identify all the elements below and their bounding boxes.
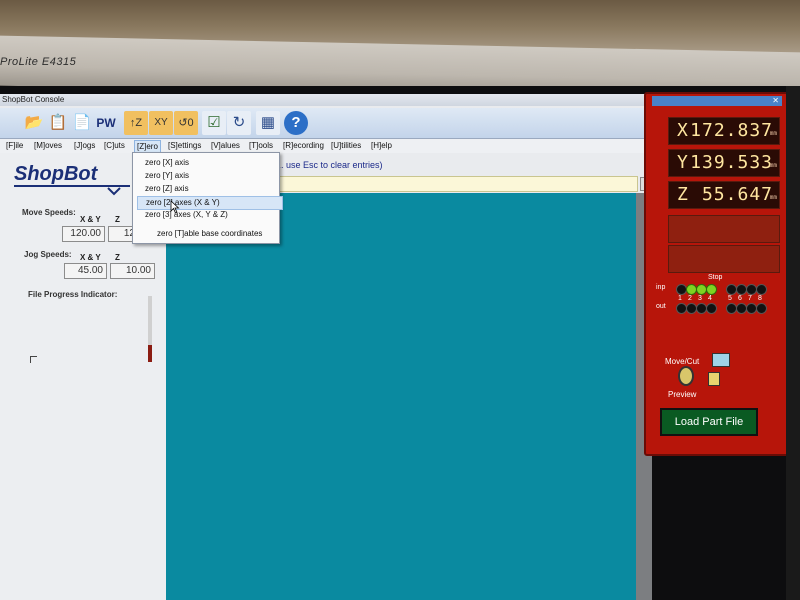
open-folder-icon[interactable]: 📂 xyxy=(22,111,46,135)
io-number-3: 3 xyxy=(698,295,702,302)
jog-xy-header: X & Y xyxy=(80,253,101,262)
menu-jogs[interactable]: [J]ogs xyxy=(74,140,95,152)
z-unit: mm xyxy=(769,194,777,201)
io-number-5: 5 xyxy=(728,295,732,302)
help-icon[interactable]: ? xyxy=(284,111,308,135)
zero-2-axes-item[interactable]: zero [2] axes (X & Y) xyxy=(137,196,283,210)
dro-titlebar: ✕ xyxy=(652,96,782,106)
command-hint: ... use Esc to clear entries) xyxy=(276,160,383,170)
outputs-label: out xyxy=(656,303,666,310)
jog-z-speed-field[interactable]: 10.00 xyxy=(110,263,155,279)
menu-recording[interactable]: [R]ecording xyxy=(283,140,324,152)
y-unit: mm xyxy=(769,162,777,169)
move-cut-icon[interactable] xyxy=(712,353,730,367)
zero-z-axis-item[interactable]: zero [Z] axis xyxy=(137,183,281,195)
menu-cuts[interactable]: [C]uts xyxy=(104,140,125,152)
jog-z-header: Z xyxy=(115,253,120,262)
move-xy-header: X & Y xyxy=(80,215,101,224)
toolbar: 📂 📋 📄 PW ↑Z XY ↺0 ☑ ↻ ▦ ? xyxy=(0,108,652,139)
y-position-readout: Y 139.533 mm xyxy=(668,149,780,177)
checklist-icon[interactable]: ☑ xyxy=(202,111,226,135)
x-axis-label: X xyxy=(677,120,688,141)
work-area xyxy=(166,193,636,600)
zero-origin-icon[interactable]: ↺0 xyxy=(174,111,198,135)
menu-values[interactable]: [V]alues xyxy=(211,140,240,152)
jog-speeds-label: Jog Speeds: xyxy=(24,250,72,259)
shopbot-logo: ShopBot xyxy=(12,158,134,196)
preview-icon[interactable] xyxy=(708,372,720,386)
output-indicator-4 xyxy=(706,303,717,314)
logo-text: ShopBot xyxy=(14,163,99,185)
monitor-brand: ProLite E4315 xyxy=(0,56,77,68)
zero-menu-dropdown: zero [X] axis zero [Y] axis zero [Z] axi… xyxy=(132,152,283,244)
pw-button[interactable]: PW xyxy=(93,111,119,135)
zero-3-axes-item[interactable]: zero [3] axes (X, Y & Z) xyxy=(137,209,281,221)
y-axis-value: 139.533 xyxy=(690,152,773,173)
z-axis-label: Z xyxy=(677,184,688,205)
move-speeds-label: Move Speeds: xyxy=(22,208,76,217)
io-number-6: 6 xyxy=(738,295,742,302)
load-part-file-button[interactable]: Load Part File xyxy=(660,408,758,436)
zero-z-icon[interactable]: ↑Z xyxy=(124,111,148,135)
window-title: ShopBot Console xyxy=(0,94,654,106)
io-number-4: 4 xyxy=(708,295,712,302)
menu-moves[interactable]: [M]oves xyxy=(34,140,62,152)
menu-help[interactable]: [H]elp xyxy=(371,140,392,152)
file-progress-label: File Progress Indicator: xyxy=(28,290,118,299)
io-number-8: 8 xyxy=(758,295,762,302)
input-indicator-4 xyxy=(706,284,717,295)
z-position-readout: Z 55.647 mm xyxy=(668,181,780,209)
zero-xy-icon[interactable]: XY xyxy=(149,111,173,135)
refresh-icon[interactable]: ↻ xyxy=(227,111,251,135)
readout-slot-4 xyxy=(668,215,780,243)
stop-label: Stop xyxy=(708,274,723,281)
zero-x-axis-item[interactable]: zero [X] axis xyxy=(137,157,281,169)
io-number-7: 7 xyxy=(748,295,752,302)
jog-xy-speed-field[interactable]: 45.00 xyxy=(64,263,107,279)
x-unit: mm xyxy=(769,130,777,137)
clipboard-icon[interactable]: 📋 xyxy=(46,111,70,135)
x-axis-value: 172.837 xyxy=(690,120,773,141)
progress-marker xyxy=(30,356,37,363)
command-entry-field[interactable] xyxy=(276,176,638,192)
output-indicator-8 xyxy=(756,303,767,314)
zero-y-axis-item[interactable]: zero [Y] axis xyxy=(137,170,281,182)
mouse-cursor-icon xyxy=(170,200,180,214)
menu-bar: [F]ile [M]oves [J]ogs [C]uts [Z]ero [S]e… xyxy=(0,139,652,154)
menu-settings[interactable]: [S]ettings xyxy=(168,140,201,152)
calculator-icon[interactable]: ▦ xyxy=(256,111,280,135)
document-icon[interactable]: 📄 xyxy=(70,111,94,135)
x-position-readout: X 172.837 mm xyxy=(668,117,780,145)
z-axis-value: 55.647 xyxy=(701,184,773,205)
input-indicator-8 xyxy=(756,284,767,295)
y-axis-label: Y xyxy=(677,152,688,173)
readout-slot-5 xyxy=(668,245,780,273)
menu-tools[interactable]: [T]ools xyxy=(249,140,273,152)
zero-table-base-item[interactable]: zero [T]able base coordinates xyxy=(147,228,283,240)
move-xy-speed-field[interactable]: 120.00 xyxy=(62,226,105,242)
preview-label: Preview xyxy=(668,390,697,399)
progress-bar-fill xyxy=(148,345,152,362)
inputs-label: inp xyxy=(656,284,666,291)
toggle-switch-icon[interactable] xyxy=(678,366,694,386)
monitor-edge xyxy=(786,86,800,600)
io-number-2: 2 xyxy=(688,295,692,302)
menu-utilities[interactable]: [U]tilities xyxy=(331,140,361,152)
move-cut-label: Move/Cut xyxy=(665,357,700,366)
move-z-header: Z xyxy=(115,215,120,224)
io-number-1: 1 xyxy=(678,295,682,302)
menu-file[interactable]: [F]ile xyxy=(6,140,23,152)
close-icon[interactable]: ✕ xyxy=(772,96,779,106)
